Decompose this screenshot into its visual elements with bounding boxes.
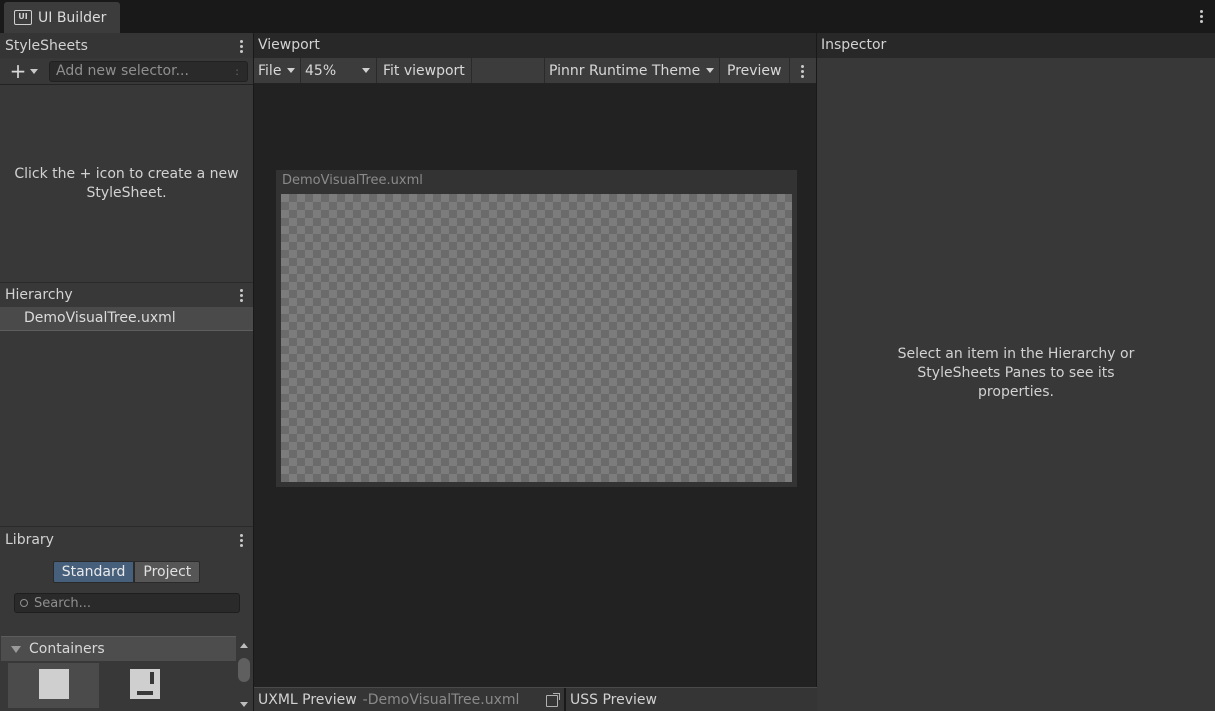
- zoom-dropdown[interactable]: 45%: [301, 58, 377, 83]
- inspector-title: Inspector: [817, 33, 1215, 58]
- uxml-preview-file: -DemoVisualTree.uxml: [362, 691, 520, 708]
- tab-standard[interactable]: Standard: [52, 561, 135, 583]
- file-menu[interactable]: File: [254, 58, 301, 83]
- hierarchy-header: Hierarchy: [0, 282, 253, 307]
- fit-viewport-label: Fit viewport: [383, 62, 465, 79]
- add-selector-input[interactable]: Add new selector... :: [49, 60, 248, 82]
- plus-icon: +: [9, 59, 27, 83]
- canvas-document-label: DemoVisualTree.uxml: [282, 173, 423, 188]
- viewport-title: Viewport: [254, 33, 816, 58]
- window-titlebar: UI UI Builder: [0, 0, 1215, 33]
- theme-dropdown[interactable]: Pinnr Runtime Theme: [545, 58, 720, 83]
- library-section-containers[interactable]: Containers: [1, 636, 236, 661]
- ui-builder-icon: UI: [14, 10, 32, 25]
- uss-preview-tab[interactable]: USS Preview: [566, 688, 657, 711]
- hierarchy-menu-icon[interactable]: [235, 288, 247, 302]
- inspector-pane: Inspector Select an item in the Hierarch…: [817, 33, 1215, 711]
- library-item-visual-element[interactable]: [8, 663, 99, 708]
- chevron-down-icon: [706, 68, 715, 73]
- tab-label: UI Builder: [38, 9, 107, 26]
- hierarchy-title: Hierarchy: [5, 287, 73, 303]
- library-tabs: Standard Project: [0, 561, 253, 583]
- kebab-menu-icon: [796, 64, 808, 78]
- chevron-down-icon: [287, 68, 296, 73]
- viewport-menu[interactable]: [790, 58, 812, 83]
- foldout-arrow-icon: [11, 645, 21, 653]
- viewport-pane: Viewport File 45% Fit viewport Pinnr Run…: [254, 33, 817, 711]
- selector-options-icon[interactable]: :: [235, 62, 239, 81]
- theme-label: Pinnr Runtime Theme: [549, 62, 701, 79]
- add-selector-placeholder: Add new selector...: [56, 62, 189, 79]
- library-pane: Library Standard Project Search...: [0, 526, 253, 613]
- library-header: Library: [0, 527, 253, 553]
- tab-project[interactable]: Project: [134, 561, 201, 583]
- library-search-placeholder: Search...: [34, 595, 92, 611]
- uss-preview-label: USS Preview: [570, 691, 657, 708]
- stylesheets-header: StyleSheets: [0, 33, 253, 58]
- hierarchy-item[interactable]: DemoVisualTree.uxml: [0, 307, 253, 331]
- scroll-up-icon[interactable]: [240, 643, 248, 648]
- chevron-down-icon: [30, 68, 39, 74]
- window-menu-icon[interactable]: [1195, 9, 1207, 23]
- file-menu-label: File: [258, 62, 282, 79]
- preview-label: Preview: [727, 62, 782, 79]
- stylesheets-toolbar: + Add new selector... :: [0, 58, 253, 85]
- add-stylesheet-button[interactable]: +: [3, 59, 45, 83]
- uxml-preview-tab[interactable]: UXML Preview -DemoVisualTree.uxml: [254, 688, 566, 711]
- library-items: [0, 663, 236, 711]
- viewport-toolbar: File 45% Fit viewport Pinnr Runtime Them…: [254, 58, 816, 84]
- canvas-transparent-area[interactable]: [281, 194, 792, 482]
- stylesheets-title: StyleSheets: [5, 37, 88, 54]
- preview-bar: UXML Preview -DemoVisualTree.uxml USS Pr…: [254, 687, 817, 711]
- library-scrollbar[interactable]: [236, 636, 253, 711]
- stylesheets-menu-icon[interactable]: [235, 39, 247, 53]
- visual-element-icon: [38, 669, 69, 699]
- library-title: Library: [5, 532, 54, 548]
- zoom-value: 45%: [305, 62, 337, 79]
- ui-builder-tab[interactable]: UI UI Builder: [4, 2, 120, 33]
- scroll-down-icon[interactable]: [240, 702, 248, 707]
- library-search-input[interactable]: Search...: [14, 593, 240, 613]
- fit-viewport-button[interactable]: Fit viewport: [377, 58, 472, 83]
- stylesheets-empty-message: Click the + icon to create a new StyleSh…: [14, 165, 239, 201]
- chevron-down-icon: [362, 68, 370, 73]
- library-item-scroll-view[interactable]: [99, 663, 190, 708]
- toolbar-spacer: [472, 58, 545, 83]
- library-section-label: Containers: [29, 641, 105, 657]
- canvas-frame[interactable]: DemoVisualTree.uxml: [276, 170, 797, 487]
- open-external-icon[interactable]: [546, 693, 560, 707]
- scroll-view-icon: [129, 669, 160, 699]
- scrollbar-thumb[interactable]: [238, 658, 250, 682]
- left-column: StyleSheets + Add new selector... : Clic…: [0, 33, 254, 711]
- library-menu-icon[interactable]: [235, 533, 247, 547]
- uxml-preview-label: UXML Preview: [258, 691, 357, 708]
- inspector-empty-message: Select an item in the Hierarchy or Style…: [897, 346, 1135, 400]
- search-icon: [20, 599, 28, 607]
- preview-button[interactable]: Preview: [720, 58, 790, 83]
